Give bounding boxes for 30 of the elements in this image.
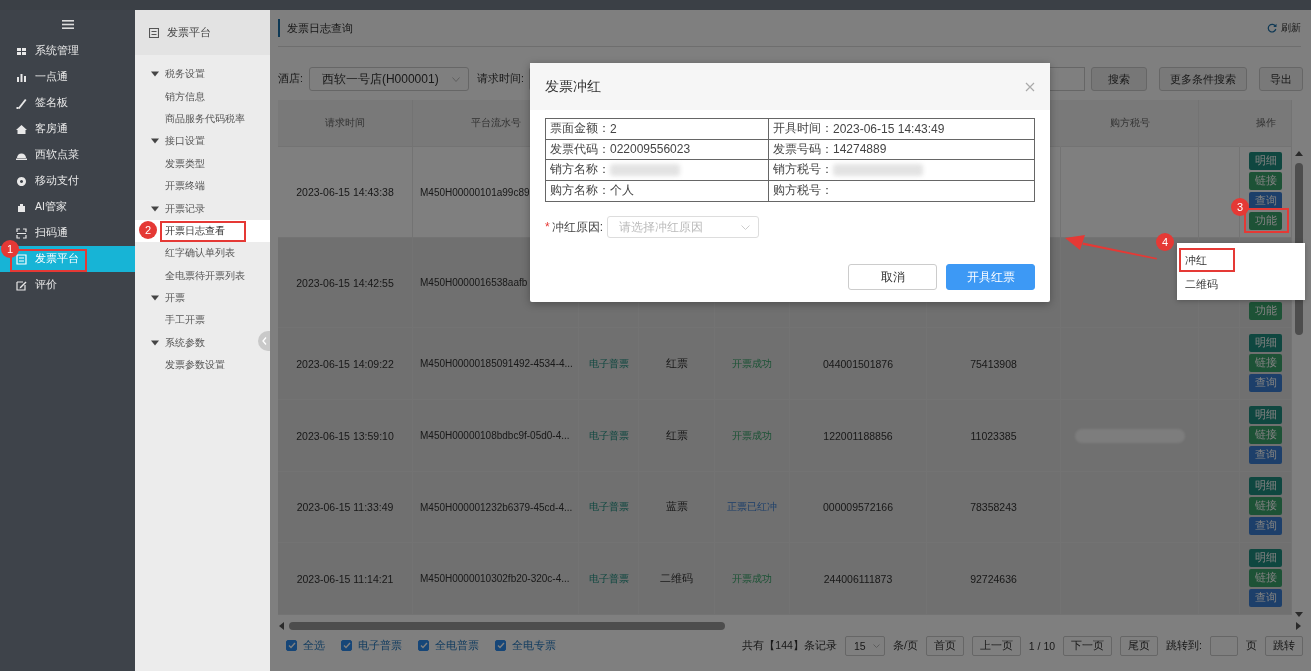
table-cell: 2023-06-15 14:43:38 [278,147,413,238]
info-value: 2 [610,121,617,136]
page-info: 1 / 10 [1028,639,1056,652]
info-label: 开具时间： [773,120,833,138]
hotel-label: 酒店: [278,72,303,86]
info-value: 14274889 [833,142,887,157]
page-size-unit: 条/页 [892,638,918,653]
table-cell: 92724636 [927,543,1061,615]
step-badge: 1 [1,240,19,258]
info-label: 购方税号： [773,182,833,200]
table-cell: 开票成功 [715,543,790,615]
table-cell: M450H0000010302fb20-320c-4... [413,543,579,615]
table-cell: 244006111873 [790,543,927,615]
step-badge: 3 [1231,198,1249,216]
time-label: 请求时间: [476,72,524,86]
page-title: 发票日志查询 [278,19,353,37]
dialog-title: 发票冲红 [545,77,601,96]
jump-label: 跳转到: [1166,638,1202,653]
info-value: 2023-06-15 14:43:49 [833,121,945,136]
table-cell: 电子普票 [579,543,639,615]
table-cell: 二维码 [639,543,715,615]
table-cell: 2023-06-15 11:14:21 [278,543,413,615]
info-label: 发票号码： [773,140,833,158]
required-mark: * [545,220,550,234]
info-value: 022009556023 [610,142,691,157]
panel-title: 发票平台 [167,25,211,40]
page-unit: 页 [1246,638,1257,653]
info-label: 销方税号： [773,161,833,179]
info-value: 个人 [610,182,634,200]
record-count: 共有【144】条记录 [742,638,837,653]
